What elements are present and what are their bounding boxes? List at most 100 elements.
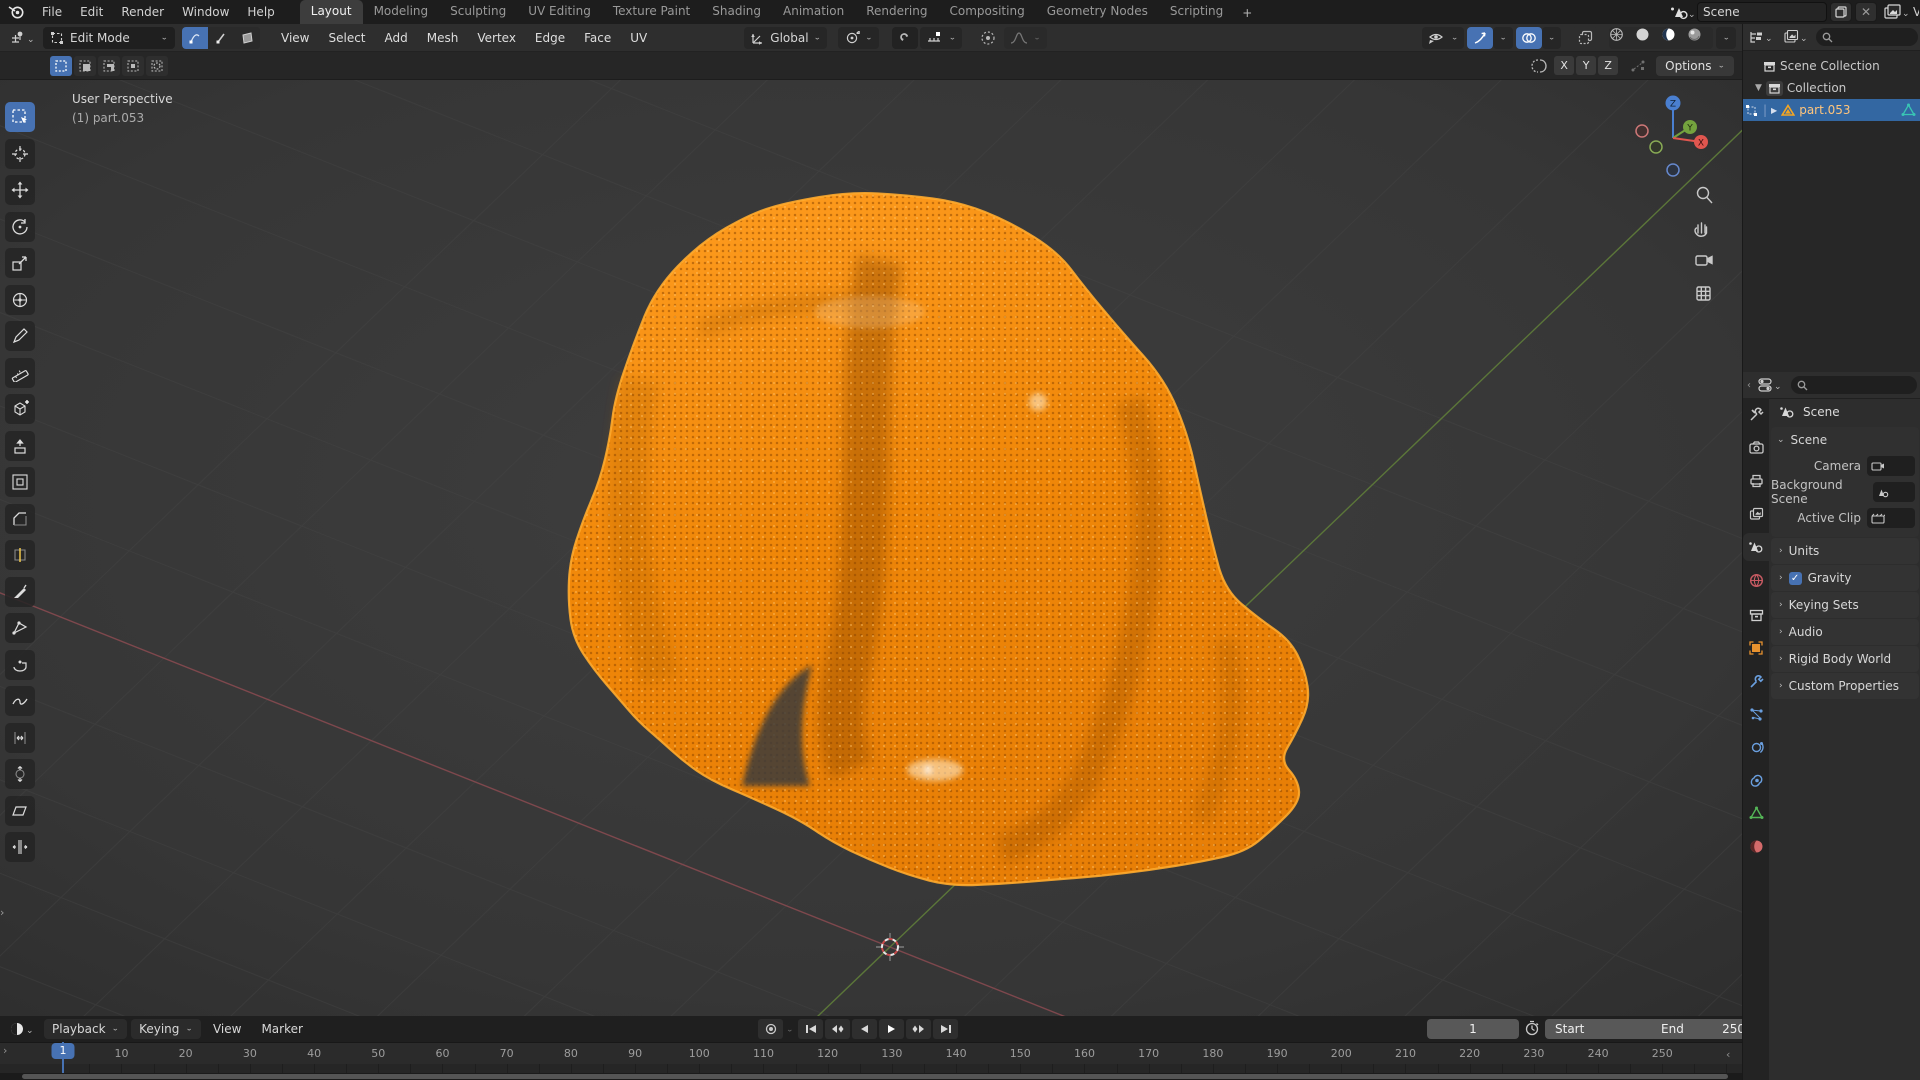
view-layer-icon[interactable]: ⌄ (1884, 4, 1910, 20)
playback-menu[interactable]: Playback ⌄ (44, 1019, 128, 1039)
chevron-down-icon[interactable]: ⌄ (786, 1026, 794, 1034)
tab-modifier-properties[interactable] (1743, 667, 1769, 695)
keying-menu[interactable]: Keying ⌄ (131, 1019, 201, 1039)
tab-particle-properties[interactable] (1743, 700, 1769, 728)
current-frame-badge[interactable]: 1 (51, 1043, 75, 1059)
tool-rip-region[interactable] (5, 832, 35, 862)
outliner-row-part-053[interactable]: | ▶ part.053 (1743, 99, 1920, 121)
properties-search-field[interactable] (1791, 376, 1917, 394)
tool-transform[interactable] (5, 284, 35, 315)
tab-tool-properties[interactable] (1743, 400, 1769, 428)
timeline-marker-menu[interactable]: Marker (253, 1022, 310, 1036)
gizmos-toggle-button[interactable] (1467, 26, 1494, 49)
timeline-ruler[interactable]: 10 20 30 40 50 60 70 80 90 100 110 120 130 140 150 160 1… (0, 1042, 1742, 1065)
play-reverse-button[interactable] (852, 1019, 877, 1039)
tab-geometry-nodes[interactable]: Geometry Nodes (1036, 0, 1159, 24)
options-dropdown[interactable]: Options ⌄ (1656, 55, 1734, 76)
units-panel-header[interactable]: › Units (1771, 538, 1919, 564)
tab-animation[interactable]: Animation (772, 0, 855, 24)
viewport-3d[interactable]: Z Y X User Perspective (1) part.053 › (0, 80, 1742, 1016)
mode-dropdown[interactable]: Edit Mode ⌄ (43, 26, 175, 49)
delete-scene-button[interactable]: ✕ (1855, 2, 1877, 22)
tab-material-properties[interactable] (1743, 832, 1769, 860)
active-clip-field[interactable] (1867, 508, 1915, 528)
outliner-row-scene-collection[interactable]: Scene Collection (1743, 55, 1920, 77)
menu-view[interactable]: View (273, 31, 317, 45)
gravity-panel-header[interactable]: › ✓ Gravity (1771, 565, 1919, 591)
tool-rotate[interactable] (5, 211, 35, 242)
tool-add-cube[interactable] (5, 394, 35, 424)
timeline-scrollbar-handle[interactable] (22, 1074, 1728, 1079)
tool-extrude[interactable] (5, 430, 35, 461)
mesh-data-icon[interactable] (1901, 103, 1916, 117)
breadcrumb-label[interactable]: Scene (1803, 405, 1840, 419)
menu-file[interactable]: File (33, 0, 71, 24)
snap-toggle-button[interactable] (891, 26, 918, 49)
menu-uv[interactable]: UV (622, 31, 655, 45)
pivot-point-dropdown[interactable]: ⌄ (838, 26, 879, 49)
menu-edge[interactable]: Edge (527, 31, 573, 45)
tab-shading[interactable]: Shading (701, 0, 772, 24)
tab-output-properties[interactable] (1743, 467, 1769, 495)
timeline-track-area[interactable] (0, 1064, 1760, 1073)
face-select-button[interactable] (234, 26, 260, 49)
editor-type-icon[interactable]: ⌄ (6, 30, 40, 46)
proportional-falloff-dropdown[interactable]: ⌄ (1004, 26, 1047, 49)
scene-icon[interactable]: ⌄ (1670, 5, 1694, 20)
tab-world-properties[interactable] (1743, 566, 1769, 594)
menu-render[interactable]: Render (112, 0, 173, 24)
tab-uv-editing[interactable]: UV Editing (517, 0, 602, 24)
expand-arrow-icon[interactable]: ▶ (1771, 106, 1777, 115)
menu-add[interactable]: Add (377, 31, 416, 45)
tool-shrink-fatten[interactable] (5, 759, 35, 789)
menu-edit[interactable]: Edit (71, 0, 112, 24)
vertex-select-button[interactable] (182, 26, 208, 49)
tab-compositing[interactable]: Compositing (938, 0, 1035, 24)
overlays-toggle-button[interactable] (1515, 26, 1542, 49)
outliner-filter-icon[interactable]: ⌄ (1781, 29, 1813, 45)
properties-editor-icon[interactable]: ⌄ (1755, 377, 1787, 393)
tool-measure[interactable] (5, 357, 35, 388)
mirror-z-button[interactable]: Z (1598, 56, 1619, 75)
timeline-left-arrow[interactable]: › (3, 1044, 7, 1057)
background-scene-field[interactable] (1873, 482, 1915, 502)
menu-help[interactable]: Help (238, 0, 283, 24)
wireframe-shading-button[interactable] (1609, 27, 1635, 49)
menu-face[interactable]: Face (576, 31, 619, 45)
outliner-row-collection[interactable]: ▼ Collection (1743, 77, 1920, 99)
tool-cursor[interactable] (5, 138, 35, 169)
menu-mesh[interactable]: Mesh (419, 31, 467, 45)
select-mode-extend-button[interactable] (74, 55, 96, 76)
viewport-canvas[interactable]: Z Y X (0, 80, 1742, 1016)
shading-dropdown[interactable]: ⌄ (1716, 26, 1736, 49)
menu-window[interactable]: Window (173, 0, 238, 24)
transform-orientation-dropdown[interactable]: Global ⌄ (744, 26, 828, 49)
tab-rendering[interactable]: Rendering (855, 0, 938, 24)
gizmo-x-neg-axis[interactable] (1635, 124, 1649, 138)
tab-modeling[interactable]: Modeling (363, 0, 440, 24)
proportional-editing-button[interactable] (975, 26, 1002, 49)
tab-object-data-properties[interactable] (1743, 799, 1769, 827)
add-workspace-button[interactable]: + (1234, 2, 1260, 24)
timeline-right-arrow[interactable]: ‹ (1726, 1048, 1730, 1061)
outliner-search-field[interactable] (1816, 28, 1918, 46)
select-mode-invert-button[interactable] (122, 55, 144, 76)
current-frame-field[interactable]: 1 (1427, 1019, 1519, 1039)
tool-inset[interactable] (5, 467, 35, 497)
tab-constraint-properties[interactable] (1743, 766, 1769, 794)
gizmo-z-neg-axis[interactable] (1666, 163, 1680, 177)
tool-shear[interactable] (5, 795, 35, 826)
scene-panel-header[interactable]: ⌄ Scene (1771, 427, 1919, 453)
tool-spin[interactable] (5, 649, 35, 680)
tool-select-box[interactable] (5, 102, 35, 132)
material-preview-shading-button[interactable] (1661, 27, 1687, 49)
custom-properties-panel-header[interactable]: › Custom Properties (1771, 673, 1919, 699)
tool-knife[interactable] (5, 576, 35, 607)
gizmo-y-neg-axis[interactable] (1649, 140, 1663, 154)
menu-vertex[interactable]: Vertex (469, 31, 524, 45)
jump-to-end-button[interactable] (933, 1019, 958, 1039)
collapse-arrow-icon[interactable]: ‹ (1747, 380, 1751, 391)
preview-range-clock-icon[interactable] (1524, 1020, 1540, 1036)
timeline-editor-icon[interactable]: ⌄ (6, 1021, 40, 1037)
xray-toggle-button[interactable] (1572, 26, 1599, 49)
